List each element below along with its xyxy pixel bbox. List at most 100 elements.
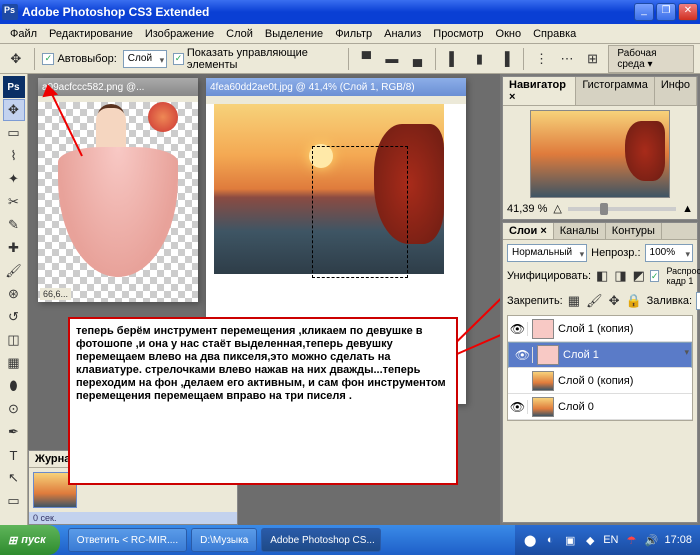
layer-list: 👁Слой 1 (копия) 👁Слой 1 Слой 0 (копия) 👁… [507,315,693,421]
system-tray: ⬤ ◐ ▣ ◆ EN ☂ 🔊 17:08 [515,525,700,555]
menu-image[interactable]: Изображение [139,26,220,42]
blur-tool[interactable]: ⬮ [3,375,25,397]
layer-row[interactable]: 👁Слой 0 [508,394,692,420]
lang-indicator[interactable]: EN [603,534,618,546]
doc2-titlebar[interactable]: 4fea60dd2ae0t.jpg @ 41,4% (Слой 1, RGB/8… [206,78,466,96]
move-tool[interactable]: ✥ [3,99,25,121]
taskbar-item[interactable]: Adobe Photoshop CS... [261,528,381,552]
distribute2-icon[interactable]: ⋯ [557,48,577,70]
move-tool-indicator: ✥ [6,48,26,70]
app-title: Adobe Photoshop CS3 Extended [22,5,634,19]
volume-icon[interactable]: 🔊 [644,533,658,547]
align-vcenter-icon[interactable]: ▬ [382,48,402,70]
opacity-field[interactable]: 100% [645,244,693,262]
taskbar-item[interactable]: D:\Музыка [191,528,257,552]
menu-window[interactable]: Окно [490,26,528,42]
unify2-icon[interactable]: ◨ [613,265,627,287]
menu-analysis[interactable]: Анализ [378,26,427,42]
clock[interactable]: 17:08 [664,534,692,546]
menu-help[interactable]: Справка [527,26,582,42]
start-button[interactable]: ⊞ пуск [0,525,60,555]
workspace-menu[interactable]: Рабочая среда ▾ [608,45,694,73]
windows-logo-icon: ⊞ [8,534,17,547]
tab-info[interactable]: Инфо [655,77,697,105]
align-hcenter-icon[interactable]: ▮ [470,48,490,70]
tray-icon[interactable]: ◐ [543,533,557,547]
eraser-tool[interactable]: ◫ [3,329,25,351]
fill-field[interactable]: 100% [696,292,700,310]
menu-file[interactable]: Файл [4,26,43,42]
pen-tool[interactable]: ✒ [3,421,25,443]
blend-mode[interactable]: Нормальный [507,244,587,262]
tray-icon[interactable]: ▣ [563,533,577,547]
navigator-panel: Навигатор × Гистограмма Инфо 41,39 % △ ▲ [502,76,698,220]
arrange-icon[interactable]: ⊞ [583,48,603,70]
titlebar: Adobe Photoshop CS3 Extended _ ❐ ✕ [0,0,700,24]
nav-thumbnail[interactable] [530,110,670,198]
menu-view[interactable]: Просмотр [427,26,489,42]
shape-tool[interactable]: ▭ [3,490,25,512]
align-top-icon[interactable]: ▀ [357,48,377,70]
type-tool[interactable]: T [3,444,25,466]
show-controls[interactable]: ✓Показать управляющие элементы [173,47,340,71]
options-bar: ✥ ✓Автовыбор: Слой ✓Показать управляющие… [0,44,700,74]
layer-row[interactable]: 👁Слой 1 [508,342,692,368]
transform-box[interactable] [312,146,408,278]
taskbar: ⊞ пуск Ответить < RC-MIR.... D:\Музыка A… [0,525,700,555]
vis-icon[interactable]: 👁 [508,400,528,414]
vis-icon[interactable]: 👁 [508,322,528,336]
align-left-icon[interactable]: ▌ [444,48,464,70]
crop-tool[interactable]: ✂ [3,191,25,213]
distribute-icon[interactable]: ⋮ [532,48,552,70]
av-icon[interactable]: ☂ [624,533,638,547]
menu-edit[interactable]: Редактирование [43,26,139,42]
menubar: Файл Редактирование Изображение Слой Выд… [0,24,700,44]
wand-tool[interactable]: ✦ [3,168,25,190]
lasso-tool[interactable]: ⌇ [3,145,25,167]
align-right-icon[interactable]: ▐ [495,48,515,70]
layer-row[interactable]: Слой 0 (копия) [508,368,692,394]
history-brush-tool[interactable]: ↺ [3,306,25,328]
close-button[interactable]: ✕ [678,3,698,21]
tray-icon[interactable]: ◆ [583,533,597,547]
vis-icon[interactable]: 👁 [513,347,533,363]
lock-all-icon[interactable]: 🔒 [624,290,642,312]
dodge-tool[interactable]: ⊙ [3,398,25,420]
canvas-area: a09acfccc582.png @... 66,6... 4fea60dd2a… [28,74,500,525]
layers-panel: Слои × Каналы Контуры Нормальный Непрозр… [502,222,698,523]
zoom-slider[interactable] [568,207,676,211]
ps-icon: Ps [3,76,25,98]
layer-row[interactable]: 👁Слой 1 (копия) [508,316,692,342]
lock-trans-icon[interactable]: ▦ [567,290,581,312]
taskbar-item[interactable]: Ответить < RC-MIR.... [68,528,187,552]
stamp-tool[interactable]: ⊛ [3,283,25,305]
propagate-cb[interactable]: ✓ [650,270,660,282]
maximize-button[interactable]: ❐ [656,3,676,21]
eyedropper-tool[interactable]: ✎ [3,214,25,236]
path-tool[interactable]: ↖ [3,467,25,489]
annotation-arrow-1 [34,74,94,164]
unify3-icon[interactable]: ◩ [632,265,646,287]
zoom-in-icon[interactable]: ▲ [682,203,693,215]
menu-filter[interactable]: Фильтр [329,26,378,42]
gradient-tool[interactable]: ▦ [3,352,25,374]
tab-channels[interactable]: Каналы [554,223,606,239]
align-bottom-icon[interactable]: ▄ [408,48,428,70]
lock-move-icon[interactable]: ✥ [608,290,621,312]
tab-layers[interactable]: Слои × [503,223,554,239]
tab-navigator[interactable]: Навигатор × [503,77,576,105]
zoom-out-icon[interactable]: △ [553,202,561,215]
tab-histogram[interactable]: Гистограмма [576,77,655,105]
lock-paint-icon[interactable]: 🖌 [585,290,604,312]
brush-tool[interactable]: 🖌 [3,260,25,282]
tab-paths[interactable]: Контуры [606,223,662,239]
heal-tool[interactable]: ✚ [3,237,25,259]
marquee-tool[interactable]: ▭ [3,122,25,144]
menu-select[interactable]: Выделение [259,26,329,42]
minimize-button[interactable]: _ [634,3,654,21]
auto-select-dropdown[interactable]: Слой [123,50,167,68]
auto-select[interactable]: ✓Автовыбор: [42,53,116,65]
tray-icon[interactable]: ⬤ [523,533,537,547]
unify1-icon[interactable]: ◧ [595,265,609,287]
menu-layer[interactable]: Слой [220,26,259,42]
